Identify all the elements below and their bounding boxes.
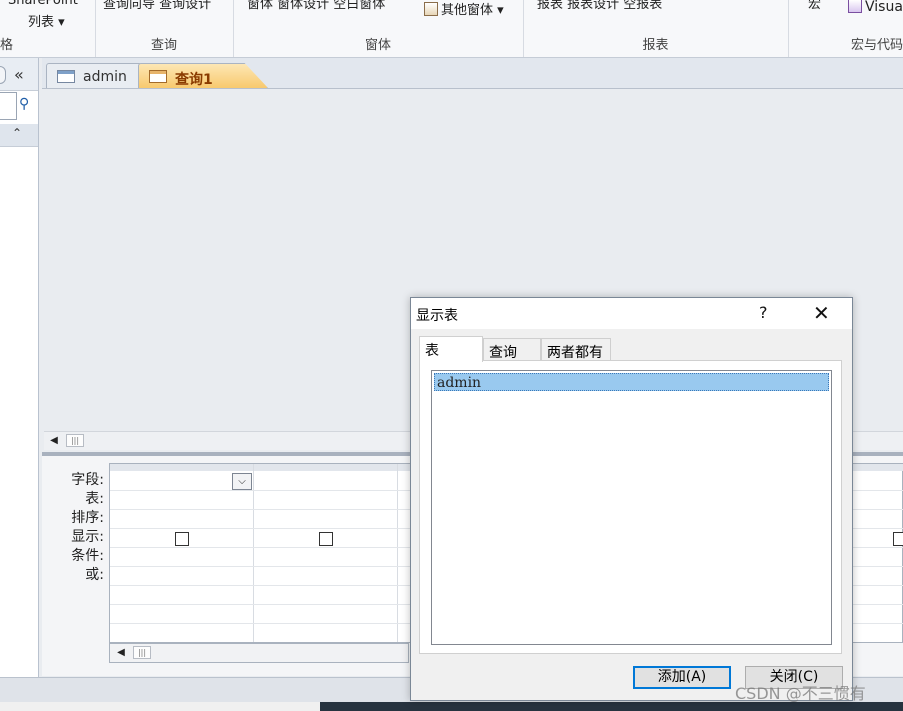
form-buttons[interactable]: 窗体 窗体设计 空白窗体: [247, 0, 385, 12]
ribbon-group-forms: 窗体 窗体设计 空白窗体 其他窗体 ▾ 窗体: [233, 0, 524, 57]
nav-search-input[interactable]: [0, 92, 17, 120]
nav-collapse-icon[interactable]: «: [14, 65, 24, 84]
row-label-field: 字段:: [71, 472, 104, 488]
tab-label: admin: [83, 69, 127, 85]
ribbon-group-macros: 宏 Visua 宏与代码: [788, 0, 903, 57]
grid-row-labels: 字段: 表: 排序: 显示: 条件: 或:: [50, 471, 104, 585]
dialog-title: 显示表: [416, 308, 458, 324]
close-icon[interactable]: ✕: [813, 301, 830, 325]
scroll-thumb[interactable]: |||: [133, 646, 151, 659]
ribbon-group-label: 查询: [150, 38, 177, 53]
navigation-pane: « ⚲ ⌃: [0, 58, 39, 678]
tab-label: 查询1: [175, 72, 213, 88]
ribbon-group-label: 宏与代码: [850, 38, 903, 53]
bottom-strip: [0, 702, 320, 711]
show-checkbox[interactable]: [175, 532, 189, 546]
column-selector[interactable]: [110, 464, 255, 471]
search-icon[interactable]: ⚲: [19, 96, 29, 112]
macro-button[interactable]: 宏: [808, 0, 821, 12]
nav-pane-header: «: [0, 58, 38, 91]
ribbon-group-query: 查询向导 查询设计 查询: [95, 0, 234, 57]
ribbon-group-reports: 报表 报表设计 空报表 报表: [523, 0, 789, 57]
field-dropdown-button[interactable]: ⌵: [232, 473, 252, 490]
ribbon-group-label: 格: [0, 38, 14, 53]
ribbon-group-label: 报表: [642, 38, 669, 53]
sharepoint-lists-label[interactable]: SharePoint: [8, 0, 78, 8]
more-forms-button[interactable]: 其他窗体 ▾: [424, 0, 504, 18]
vba-icon: [848, 0, 862, 13]
show-checkbox[interactable]: [893, 532, 903, 546]
scroll-left-icon[interactable]: ◀: [114, 646, 128, 660]
show-checkbox[interactable]: [319, 532, 333, 546]
tab-tables[interactable]: 表: [419, 336, 483, 362]
query-icon: [149, 70, 167, 83]
row-label-table: 表:: [85, 491, 104, 507]
dialog-titlebar[interactable]: 显示表 ? ✕: [411, 298, 852, 329]
more-forms-label: 其他窗体 ▾: [441, 3, 504, 18]
watermark-text: CSDN @不三惯有: [735, 684, 866, 703]
grid-scrollbar[interactable]: ◀ |||: [109, 643, 409, 663]
row-label-or: 或:: [85, 567, 104, 583]
row-label-sort: 排序:: [71, 510, 104, 526]
scroll-thumb[interactable]: |||: [66, 434, 84, 447]
tab-both[interactable]: 两者都有: [541, 338, 611, 361]
show-table-dialog: 显示表 ? ✕ 表 查询 两者都有 admin 添加(A) 关闭(C): [410, 297, 853, 701]
column-selector[interactable]: [254, 464, 399, 471]
table-icon: [57, 70, 75, 83]
tab-admin[interactable]: admin: [46, 63, 142, 88]
tab-query1[interactable]: 查询1: [138, 63, 268, 88]
sharepoint-lists-dropdown[interactable]: 列表 ▾: [28, 11, 65, 30]
list-item[interactable]: admin: [434, 373, 829, 391]
tab-queries[interactable]: 查询: [483, 338, 541, 361]
ribbon: SharePoint 列表 ▾ 格 查询向导 查询设计 查询 窗体 窗体设计 空…: [0, 0, 903, 58]
ribbon-group-tables: SharePoint 列表 ▾ 格: [0, 0, 96, 57]
scroll-left-icon[interactable]: ◀: [47, 434, 61, 448]
report-buttons[interactable]: 报表 报表设计 空报表: [537, 0, 662, 12]
query-wizard-design-buttons[interactable]: 查询向导 查询设计: [103, 0, 211, 12]
visual-basic-button[interactable]: Visua: [848, 0, 903, 15]
row-label-criteria: 条件:: [71, 548, 104, 564]
help-icon[interactable]: ?: [759, 303, 768, 322]
table-list[interactable]: admin: [431, 370, 832, 645]
document-tabbar: admin 查询1: [42, 58, 903, 89]
ribbon-group-label: 窗体: [364, 38, 391, 53]
nav-menu-button[interactable]: [0, 66, 6, 84]
row-label-show: 显示:: [71, 529, 104, 545]
add-button[interactable]: 添加(A): [633, 666, 731, 689]
form-icon: [424, 2, 438, 16]
chevron-up-icon[interactable]: ⌃: [12, 126, 22, 140]
visual-basic-label: Visua: [865, 0, 903, 15]
